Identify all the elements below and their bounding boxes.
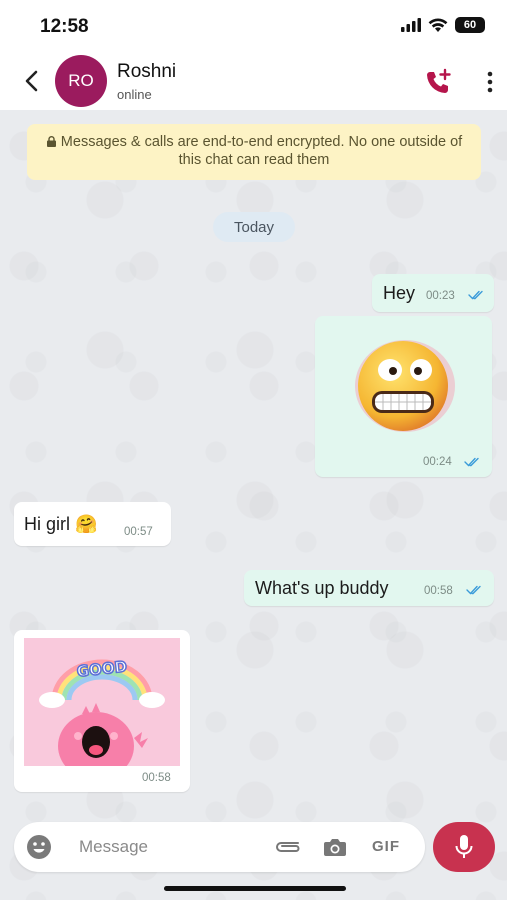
cellular-signal-icon	[401, 18, 421, 32]
pink-dino-good-sticker[interactable]: GOOD	[24, 638, 180, 766]
message-composer[interactable]: Message GIF	[14, 822, 425, 872]
back-arrow-icon[interactable]	[18, 66, 46, 96]
status-icons: 60	[401, 17, 485, 33]
message-time: 00:57	[124, 526, 153, 538]
camera-icon[interactable]	[323, 837, 347, 857]
emoji-icon[interactable]	[26, 834, 52, 860]
wifi-icon	[428, 17, 448, 32]
message-time: 00:58	[424, 585, 453, 597]
message-sticker-outgoing[interactable]: 00:24	[315, 316, 492, 477]
encryption-notice-text: Messages & calls are end-to-end encrypte…	[60, 134, 463, 168]
read-receipt-icon	[466, 585, 481, 595]
message-sticker-incoming[interactable]: GOOD 00:58	[14, 630, 190, 792]
message-bubble-outgoing[interactable]: What's up buddy 00:58	[244, 570, 494, 606]
attachment-icon[interactable]	[272, 837, 302, 857]
status-time: 12:58	[40, 16, 89, 37]
more-options-icon[interactable]	[481, 70, 499, 94]
gif-button[interactable]: GIF	[372, 838, 400, 855]
avatar[interactable]: RO	[55, 55, 107, 107]
add-call-icon[interactable]	[424, 68, 452, 96]
contact-name[interactable]: Roshni	[117, 61, 176, 83]
home-indicator[interactable]	[164, 886, 346, 891]
encryption-notice[interactable]: Messages & calls are end-to-end encrypte…	[27, 124, 481, 180]
message-text: Hi girl 🤗	[24, 514, 98, 534]
grimacing-face-emoji-sticker[interactable]	[345, 336, 465, 436]
message-bubble-outgoing[interactable]: Hey 00:23	[372, 274, 494, 312]
message-text: What's up buddy	[255, 578, 389, 598]
contact-status: online	[117, 87, 152, 102]
read-receipt-icon	[468, 290, 483, 300]
microphone-icon	[455, 835, 473, 858]
message-input[interactable]: Message	[79, 837, 148, 857]
message-time: 00:24	[423, 456, 452, 468]
voice-record-button[interactable]	[433, 822, 495, 872]
battery-icon: 60	[455, 17, 485, 33]
message-bubble-incoming[interactable]: Hi girl 🤗 00:57	[14, 502, 171, 546]
message-time: 00:58	[142, 772, 171, 784]
message-time: 00:23	[426, 290, 455, 302]
chat-header: RO Roshni online	[0, 52, 507, 110]
message-text: Hey	[383, 283, 416, 303]
date-chip: Today	[213, 212, 295, 242]
lock-icon	[46, 136, 56, 147]
status-bar: 12:58 60	[0, 0, 507, 52]
read-receipt-icon	[464, 457, 479, 467]
